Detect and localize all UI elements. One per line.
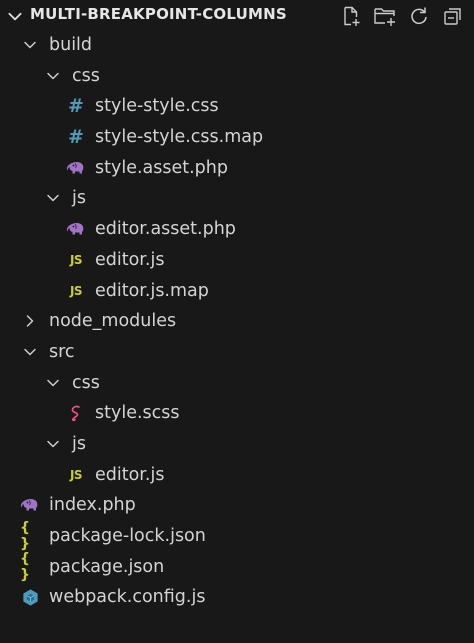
new-folder-icon xyxy=(374,8,395,26)
js-icon: JS xyxy=(69,283,83,298)
file-label: index.php xyxy=(49,495,136,516)
chevron-down-icon[interactable] xyxy=(45,436,61,452)
explorer-actions xyxy=(338,4,466,28)
new-file-button[interactable] xyxy=(338,4,364,28)
hash-icon: # xyxy=(68,126,84,149)
folder-label: js xyxy=(72,188,86,209)
php-elephant-icon xyxy=(66,220,86,238)
chevron-down-icon[interactable] xyxy=(45,68,61,84)
php-elephant-icon xyxy=(66,159,86,177)
folder-label: build xyxy=(49,35,93,55)
webpack-cube-icon xyxy=(20,588,40,606)
chevron-down-icon[interactable] xyxy=(22,344,38,360)
refresh-icon xyxy=(411,7,427,25)
tree-file-row[interactable]: index.php xyxy=(0,490,474,521)
file-label: editor.js.map xyxy=(95,280,209,301)
chevron-down-icon[interactable] xyxy=(45,190,61,206)
chevron-down-icon[interactable] xyxy=(6,7,24,25)
json-braces-icon: { } xyxy=(20,520,31,552)
explorer-panel: MULTI-BREAKPOINT-COLUMNS build css # sty… xyxy=(0,0,474,643)
file-label: style-style.css xyxy=(95,96,219,117)
tree-file-row[interactable]: editor.asset.php xyxy=(0,214,474,245)
tree-folder-row[interactable]: css xyxy=(0,61,474,92)
file-label: style.asset.php xyxy=(95,157,228,178)
file-label: package.json xyxy=(49,556,165,577)
tree-file-row[interactable]: # style-style.css.map xyxy=(0,122,474,153)
tree-folder-row[interactable]: build xyxy=(0,30,474,61)
explorer-header[interactable]: MULTI-BREAKPOINT-COLUMNS xyxy=(0,0,474,30)
folder-label: src xyxy=(49,341,75,362)
file-tree: build css # style-style.css # style-style.css… xyxy=(0,30,474,613)
file-label: style.scss xyxy=(95,403,180,424)
collapse-all-icon xyxy=(444,8,461,25)
chevron-down-icon[interactable] xyxy=(45,375,61,391)
tree-file-row[interactable]: { } package-lock.json xyxy=(0,520,474,552)
tree-folder-row[interactable]: node_modules xyxy=(0,306,474,337)
explorer-title: MULTI-BREAKPOINT-COLUMNS xyxy=(30,5,287,23)
php-elephant-icon xyxy=(20,496,40,514)
file-label: editor.asset.php xyxy=(95,219,236,240)
js-icon: JS xyxy=(69,467,83,482)
json-braces-icon: { } xyxy=(20,550,31,583)
tree-folder-row[interactable]: css xyxy=(0,368,474,399)
tree-file-row[interactable]: JS editor.js.map xyxy=(0,276,474,307)
file-label: webpack.config.js xyxy=(49,587,206,608)
folder-label: css xyxy=(72,372,100,393)
tree-file-row[interactable]: style.scss xyxy=(0,398,474,429)
file-label: editor.js xyxy=(95,464,165,485)
tree-file-row[interactable]: style.asset.php xyxy=(0,153,474,184)
file-label: editor.js xyxy=(95,249,165,270)
file-label: style-style.css.map xyxy=(95,127,264,148)
refresh-button[interactable] xyxy=(406,4,432,28)
tree-folder-row[interactable]: js xyxy=(0,429,474,460)
chevron-down-icon[interactable] xyxy=(22,37,38,53)
tree-folder-row[interactable]: src xyxy=(0,337,474,368)
new-folder-button[interactable] xyxy=(372,4,398,28)
file-label: package-lock.json xyxy=(49,526,206,546)
new-file-icon xyxy=(344,6,360,26)
tree-file-row[interactable]: # style-style.css xyxy=(0,91,474,122)
tree-file-row[interactable]: webpack.config.js xyxy=(0,582,474,613)
tree-file-row[interactable]: JS editor.js xyxy=(0,245,474,276)
collapse-all-button[interactable] xyxy=(440,4,466,28)
tree-folder-row[interactable]: js xyxy=(0,183,474,214)
folder-label: css xyxy=(72,65,100,86)
sass-icon xyxy=(66,404,86,422)
folder-label: js xyxy=(72,433,86,454)
chevron-right-icon[interactable] xyxy=(22,313,38,329)
tree-file-row[interactable]: { } package.json xyxy=(0,550,474,583)
hash-icon: # xyxy=(68,95,84,118)
folder-label: node_modules xyxy=(49,311,177,332)
tree-file-row[interactable]: JS editor.js xyxy=(0,460,474,491)
js-icon: JS xyxy=(69,252,83,267)
